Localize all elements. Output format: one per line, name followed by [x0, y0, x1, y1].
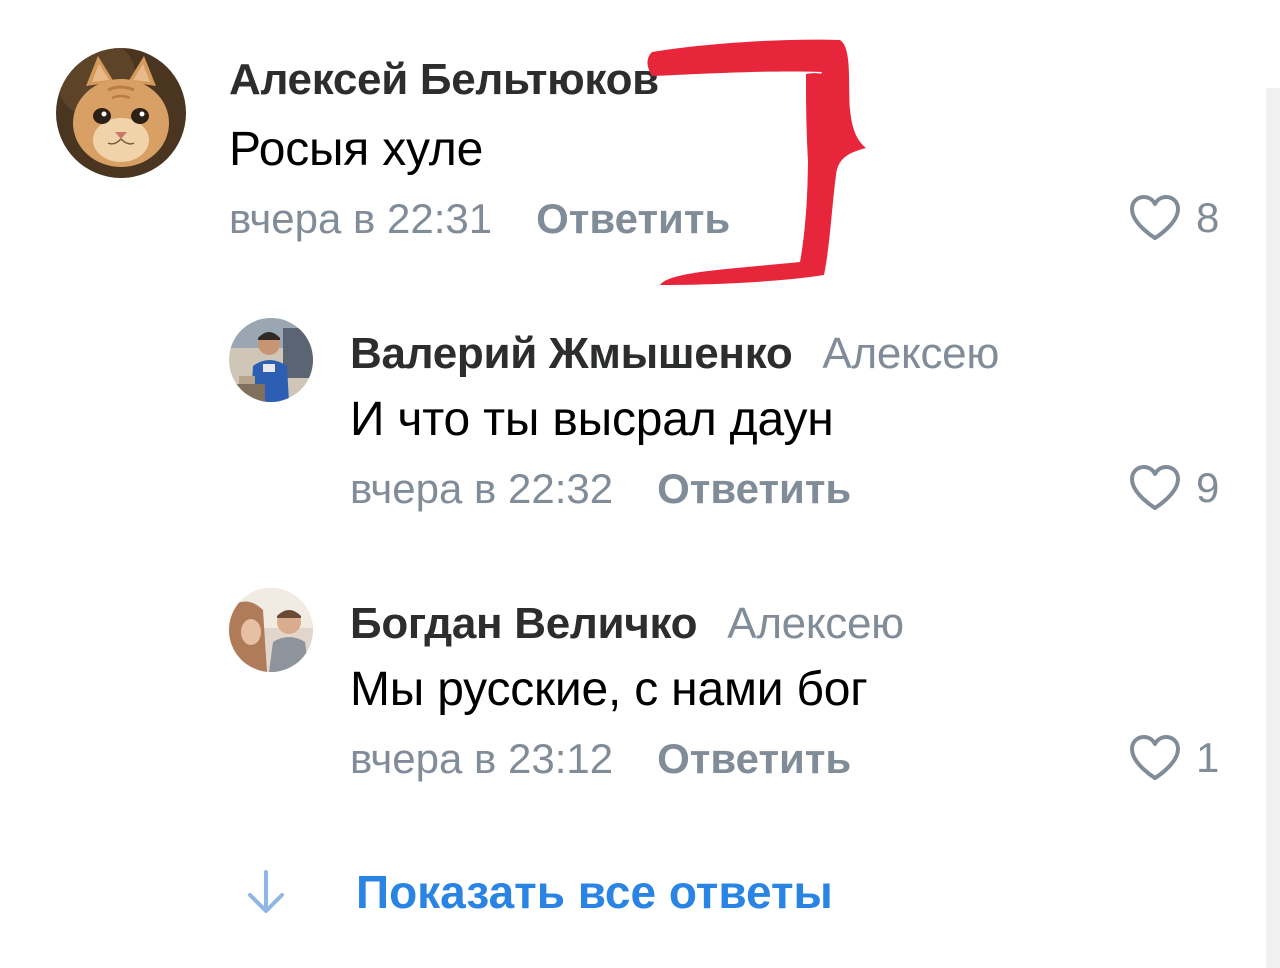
like-button[interactable]: 8: [1128, 194, 1219, 242]
reply-button[interactable]: Ответить: [657, 465, 851, 512]
comment-author[interactable]: Богдан Величко: [350, 599, 698, 648]
heart-icon: [1130, 735, 1180, 780]
comment-time: вчера в 23:12: [350, 735, 614, 782]
comment-time: вчера в 22:32: [350, 465, 614, 512]
comments-page: Алексей Бельтюков Росыя хуле вчера в 22:…: [0, 0, 1280, 968]
user-photo-avatar-image: [229, 318, 313, 402]
comment-text: Росыя хуле: [229, 123, 484, 176]
like-button[interactable]: 1: [1128, 734, 1219, 782]
show-all-replies-label: Показать все ответы: [356, 866, 833, 918]
avatar[interactable]: [56, 48, 186, 178]
reply-button[interactable]: Ответить: [536, 195, 730, 242]
avatar[interactable]: [229, 588, 313, 672]
like-count: 9: [1196, 464, 1220, 511]
scrollbar[interactable]: [1266, 88, 1280, 968]
comment-text: И что ты высрал даун: [350, 393, 834, 446]
like-count: 1: [1196, 734, 1220, 781]
like-count: 8: [1196, 194, 1220, 241]
comment-header: Алексей Бельтюков: [229, 58, 659, 102]
reply-to-name[interactable]: Алексею: [727, 599, 904, 648]
comment-time: вчера в 22:31: [229, 195, 493, 242]
reply-button[interactable]: Ответить: [657, 735, 851, 782]
comment-author[interactable]: Алексей Бельтюков: [229, 55, 659, 104]
comment-meta: вчера в 23:12 Ответить: [350, 738, 851, 780]
comment-meta: вчера в 22:32 Ответить: [350, 468, 851, 510]
comment-header: Валерий Жмышенко Алексею: [350, 332, 999, 376]
cat-avatar-image: [56, 48, 186, 178]
like-button[interactable]: 9: [1128, 464, 1219, 512]
avatar[interactable]: [229, 318, 313, 402]
reply-to-name[interactable]: Алексею: [822, 329, 999, 378]
comment-text: Мы русские, с нами бог: [350, 663, 868, 716]
arrow-down-icon: [248, 870, 284, 913]
comment-header: Богдан Величко Алексею: [350, 602, 904, 646]
heart-icon: [1130, 465, 1180, 510]
user-photo-avatar-image: [229, 588, 313, 672]
heart-icon: [1130, 195, 1180, 240]
comment-author[interactable]: Валерий Жмышенко: [350, 329, 793, 378]
comment-meta: вчера в 22:31 Ответить: [229, 198, 730, 240]
show-all-replies-button[interactable]: Показать все ответы: [244, 868, 833, 916]
